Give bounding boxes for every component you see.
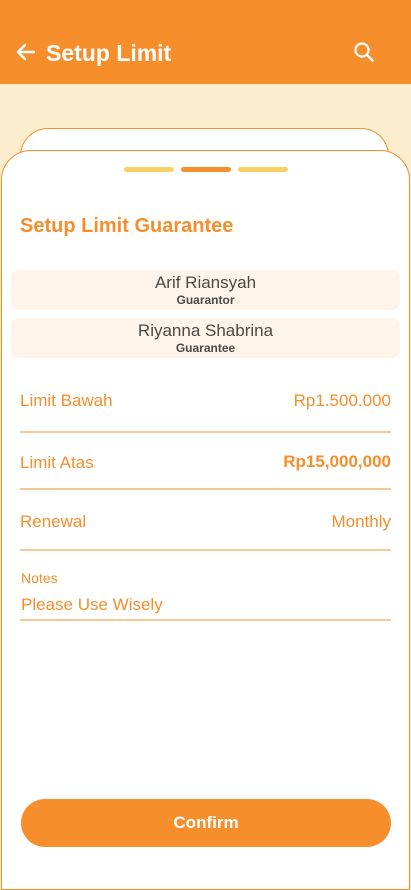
divider: [20, 431, 391, 433]
limit-bawah-field[interactable]: Rp1.500.000: [294, 390, 391, 412]
arrow-left-icon: [16, 43, 36, 61]
search-icon: [354, 42, 374, 62]
divider: [20, 549, 391, 551]
app-bar: Setup Limit: [0, 0, 411, 84]
party-guarantor: Arif Riansyah Guarantor: [11, 270, 400, 310]
step-indicator-1: [124, 167, 174, 172]
step-indicator-2-active: [181, 167, 231, 172]
party-role: Guarantee: [175, 341, 236, 355]
confirm-button[interactable]: Confirm: [21, 799, 391, 847]
notes-underline: [20, 619, 391, 621]
renewal-select[interactable]: Monthly: [331, 511, 391, 533]
limit-atas-label: Limit Atas: [20, 453, 94, 472]
search-button[interactable]: [352, 40, 376, 64]
divider: [20, 488, 391, 490]
party-name: Arif Riansyah: [154, 273, 257, 292]
back-button[interactable]: [14, 40, 38, 64]
party-guarantee: Riyanna Shabrina Guarantee: [11, 318, 400, 358]
party-name: Riyanna Shabrina: [137, 321, 274, 340]
notes-label: Notes: [21, 570, 58, 586]
limit-atas-field[interactable]: Rp15,000,000: [283, 451, 391, 473]
step-indicator-3: [238, 167, 288, 172]
section-title: Setup Limit Guarantee: [20, 215, 234, 237]
renewal-label: Renewal: [20, 512, 87, 531]
party-role: Guarantor: [176, 293, 235, 307]
limit-bawah-label: Limit Bawah: [20, 391, 113, 410]
notes-input[interactable]: Please Use Wisely: [21, 594, 163, 616]
page-title: Setup Limit: [46, 40, 172, 66]
